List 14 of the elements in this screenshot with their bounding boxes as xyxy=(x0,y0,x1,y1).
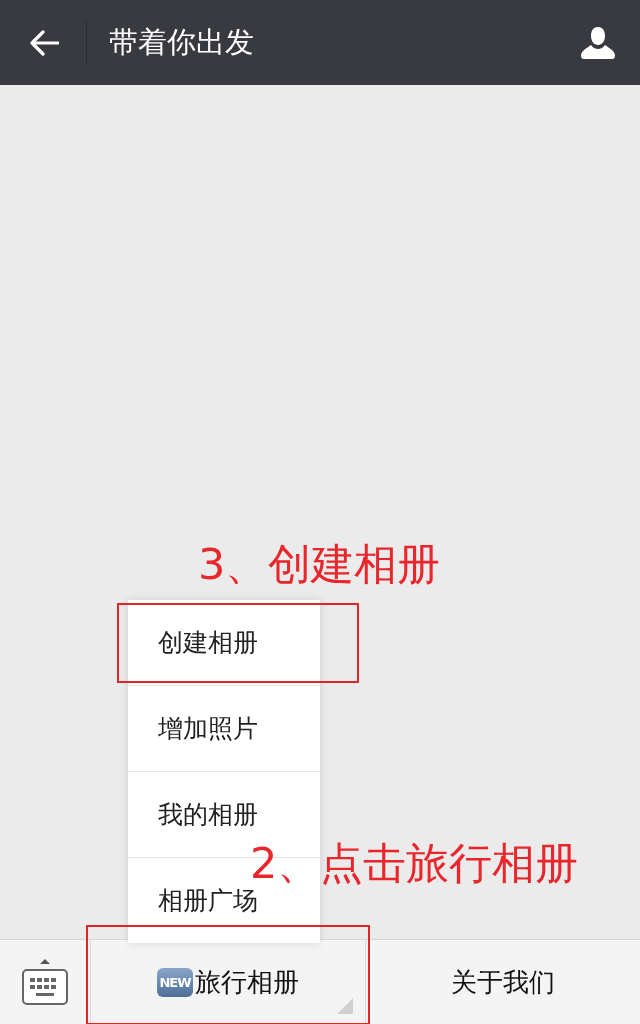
chat-title: 带着你出发 xyxy=(109,23,255,61)
new-badge: NEW xyxy=(157,967,193,997)
popup-menu-item[interactable]: 创建相册 xyxy=(158,628,258,657)
keyboard-icon xyxy=(20,958,70,1006)
menu-bar-label: 关于我们 xyxy=(451,965,555,999)
person-icon[interactable] xyxy=(580,24,616,61)
back-icon[interactable] xyxy=(29,29,59,56)
menu-bar-item[interactable]: 关于我们 xyxy=(366,940,640,1024)
annotation-text: 2、点击旅行相册 xyxy=(250,837,579,889)
popup-menu-item[interactable]: 增加照片 xyxy=(158,714,258,743)
annotation-text: 3、创建相册 xyxy=(198,538,441,591)
popup-menu-item[interactable]: 相册广场 xyxy=(158,886,258,915)
menu-bar-label: 旅行相册 xyxy=(194,965,299,999)
popup-menu-item[interactable]: 我的相册 xyxy=(158,800,258,829)
